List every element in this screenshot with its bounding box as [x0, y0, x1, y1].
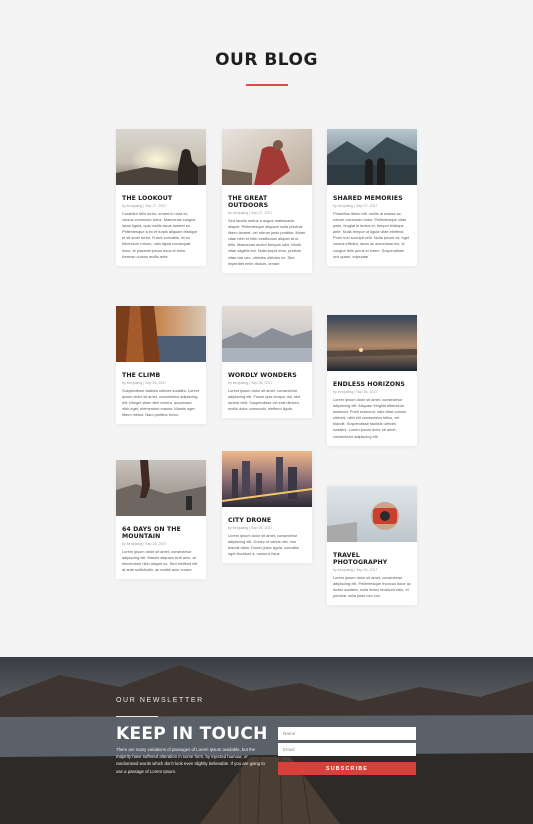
blog-card[interactable]: CITY DRONE by benjusing | Sep 26, 2017 L… — [222, 451, 312, 564]
post-excerpt: Lorem ipsum dolor sit amet, consectetur … — [228, 388, 301, 412]
blog-card[interactable]: WORDLY WONDERS by benjusing | Sep 26, 20… — [222, 306, 312, 419]
post-excerpt: Lorem ipsum dolor sit amet, consectetur … — [333, 397, 407, 439]
title-divider — [246, 84, 288, 86]
post-excerpt: Curabitur felis tortor, ornare in urna e… — [122, 211, 198, 259]
post-thumbnail-image[interactable] — [116, 306, 206, 362]
blog-card[interactable]: SHARED MEMORIES by benjusing | Sep 27, 2… — [327, 129, 417, 266]
email-input[interactable] — [278, 743, 416, 756]
blog-card[interactable]: ENDLESS HORIZONS by benjusing | Sep 26, … — [327, 315, 417, 446]
newsletter-title: KEEP IN TOUCH — [116, 724, 268, 744]
post-excerpt: Sed iaculis metus a augue malesuada aliq… — [228, 218, 306, 266]
post-title[interactable]: SHARED MEMORIES — [333, 195, 411, 202]
post-thumbnail-image[interactable] — [327, 315, 417, 371]
post-title[interactable]: THE GREAT OUTDOORS — [228, 195, 306, 209]
blog-card[interactable]: THE LOOKOUT by benjusing | Sep 27, 2017 … — [116, 129, 206, 266]
post-meta: by benjusing | Sep 26, 2017 — [333, 568, 378, 572]
post-excerpt: Lorem ipsum dolor sit amet, consectetur … — [228, 533, 299, 557]
page-title: OUR BLOG — [215, 50, 318, 70]
subscribe-button[interactable]: SUBSCRIBE — [278, 762, 416, 775]
post-thumbnail-image[interactable] — [116, 460, 206, 516]
post-thumbnail-image[interactable] — [222, 129, 312, 185]
post-thumbnail-image[interactable] — [327, 129, 417, 185]
post-title[interactable]: TRAVEL PHOTOGRAPHY — [333, 552, 411, 566]
post-meta: by benjusing | Sep 26, 2017 — [122, 381, 167, 385]
post-excerpt: Suspendisse facilisis ultrices sodales. … — [122, 388, 199, 418]
post-meta: by benjusing | Sep 27, 2017 — [228, 211, 273, 215]
post-thumbnail-image[interactable] — [222, 306, 312, 362]
post-title[interactable]: CITY DRONE — [228, 517, 306, 524]
post-title[interactable]: THE LOOKOUT — [122, 195, 200, 202]
blog-card[interactable]: TRAVEL PHOTOGRAPHY by benjusing | Sep 26… — [327, 486, 417, 606]
blog-card[interactable]: THE CLIMB by benjusing | Sep 26, 2017 Su… — [116, 306, 206, 425]
newsletter-divider — [116, 716, 158, 717]
post-meta: by benjusing | Sep 26, 2017 — [122, 542, 167, 546]
post-meta: by benjusing | Sep 26, 2017 — [228, 526, 273, 530]
newsletter-label: OUR NEWSLETTER — [116, 697, 204, 704]
post-title[interactable]: THE CLIMB — [122, 372, 200, 379]
name-input[interactable] — [278, 727, 416, 740]
blog-card[interactable]: THE GREAT OUTDOORS by benjusing | Sep 27… — [222, 129, 312, 273]
post-thumbnail-image[interactable] — [327, 486, 417, 542]
post-excerpt: Lorem ipsum dolor sit amet, consectetur … — [333, 575, 411, 599]
post-meta: by benjusing | Sep 27, 2017 — [333, 204, 378, 208]
post-thumbnail-image[interactable] — [116, 129, 206, 185]
post-title[interactable]: ENDLESS HORIZONS — [333, 381, 411, 388]
post-title[interactable]: 64 DAYS ON THE MOUNTAIN — [122, 526, 200, 540]
post-title[interactable]: WORDLY WONDERS — [228, 372, 306, 379]
blog-card[interactable]: 64 DAYS ON THE MOUNTAIN by benjusing | S… — [116, 460, 206, 580]
post-meta: by benjusing | Sep 27, 2017 — [122, 204, 167, 208]
post-excerpt: Phasellus libero elit, mollis at massa a… — [333, 211, 410, 259]
post-meta: by benjusing | Sep 26, 2017 — [333, 390, 378, 394]
newsletter-description: There are many variations of passages of… — [116, 747, 265, 774]
post-thumbnail-image[interactable] — [222, 451, 312, 507]
post-meta: by benjusing | Sep 26, 2017 — [228, 381, 273, 385]
post-excerpt: Lorem ipsum dolor sit amet, consectetur … — [122, 549, 198, 573]
